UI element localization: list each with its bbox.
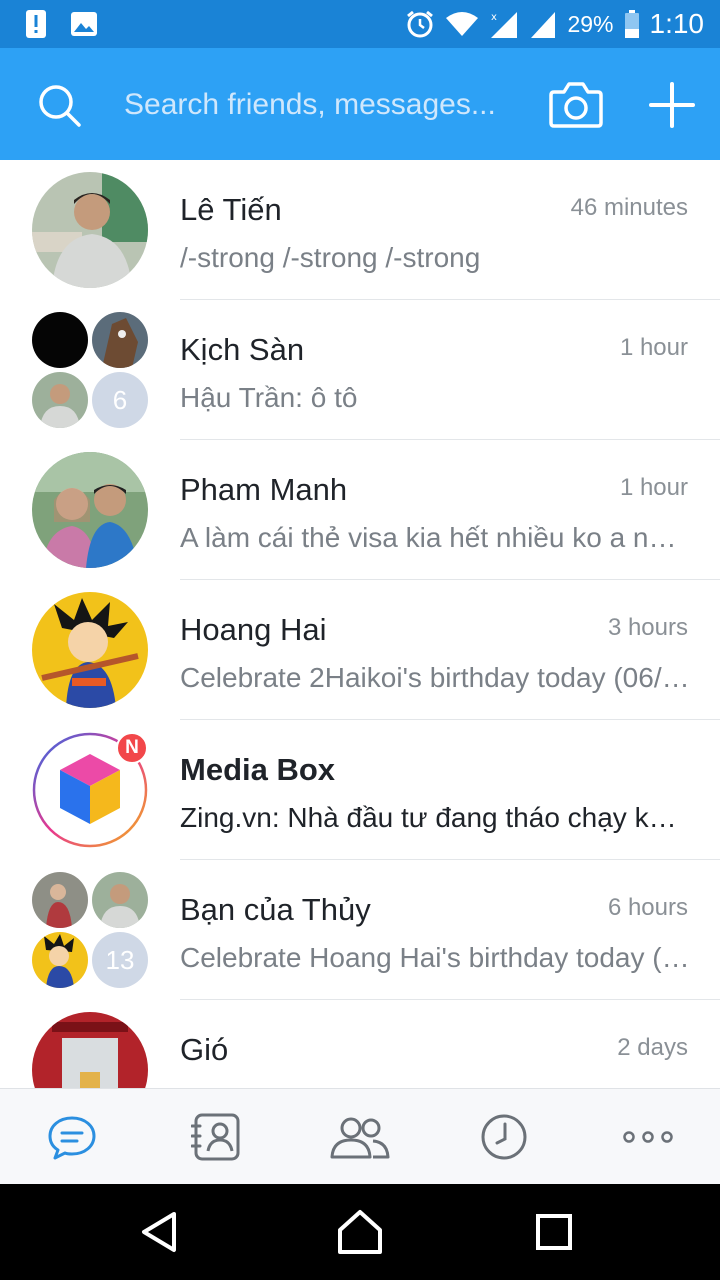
conversation-item[interactable]: Gió 2 days (0, 1000, 720, 1088)
conversation-time: 6 hours (607, 894, 688, 921)
signal-icon (531, 12, 556, 38)
conversation-item[interactable]: Lê Tiến 46 minutes /-strong /-strong /-s… (0, 160, 720, 300)
more-icon (623, 1131, 673, 1143)
avatar (32, 452, 148, 568)
avatar (32, 592, 148, 708)
home-icon[interactable] (336, 1208, 384, 1256)
conversation-name: Kịch Sàn (180, 332, 305, 367)
conversation-preview: Celebrate Hoang Hai's birthday today (… (180, 942, 690, 973)
conversation-time: 2 days (617, 1034, 688, 1061)
conversation-item[interactable]: 6 Kịch Sàn 1 hour Hậu Trần: ô tô (0, 300, 720, 440)
image-icon (71, 12, 97, 36)
conversation-time: 3 hours (607, 614, 688, 641)
conversation-preview: Hậu Trần: ô tô (180, 382, 358, 413)
alert-icon (26, 10, 46, 38)
avatar (92, 872, 148, 928)
avatar (32, 932, 88, 988)
conversation-preview: Zing.vn: Nhà đầu tư đang tháo chạy kh… (180, 802, 690, 833)
conversation-preview: /-strong /-strong /-strong (180, 242, 481, 273)
tab-timeline[interactable] (432, 1089, 576, 1185)
group-avatar: 13 (32, 872, 148, 988)
chat-bubble-icon (48, 1116, 96, 1160)
conversation-name: Lê Tiến (180, 192, 282, 227)
signal-icon: x (491, 12, 518, 38)
bottom-nav (0, 1088, 720, 1184)
conversation-preview: Celebrate 2Haikoi's birthday today (06/… (180, 662, 690, 693)
battery-percent: 29% (567, 10, 614, 37)
tab-messages[interactable] (0, 1089, 144, 1185)
wifi-icon (446, 12, 479, 36)
avatar (32, 312, 88, 368)
tab-groups[interactable] (288, 1089, 432, 1185)
member-count-badge: 13 (92, 932, 148, 988)
conversation-name: Hoang Hai (180, 612, 327, 647)
search-icon[interactable] (36, 82, 84, 130)
conversation-name: Media Box (180, 752, 336, 787)
app-header (0, 48, 720, 160)
conversation-item[interactable]: Hoang Hai 3 hours Celebrate 2Haikoi's bi… (0, 580, 720, 720)
status-bar: x 29% 1:10 (0, 0, 720, 48)
conversation-item[interactable]: N Media Box Zing.vn: Nhà đầu tư đang thá… (0, 720, 720, 860)
system-nav-bar (0, 1184, 720, 1280)
group-icon (330, 1117, 390, 1159)
conversation-time: 1 hour (619, 334, 688, 361)
plus-icon[interactable] (648, 81, 696, 129)
conversation-item[interactable]: Pham Manh 1 hour A làm cái thẻ visa kia … (0, 440, 720, 580)
clock-time: 1:10 (649, 8, 705, 39)
conversation-list[interactable]: Lê Tiến 46 minutes /-strong /-strong /-s… (0, 160, 720, 1088)
tab-more[interactable] (576, 1089, 720, 1185)
conversation-item[interactable]: 13 Bạn của Thủy 6 hours Celebrate Hoang … (0, 860, 720, 1000)
member-count-badge: 6 (92, 372, 148, 428)
conversation-time: 46 minutes (570, 194, 688, 221)
avatar (32, 872, 88, 928)
conversation-name: Pham Manh (180, 472, 348, 507)
tab-contacts[interactable] (144, 1089, 288, 1185)
avatar (32, 172, 148, 288)
avatar (32, 372, 88, 428)
back-icon[interactable] (136, 1208, 184, 1256)
recents-icon[interactable] (530, 1208, 578, 1256)
svg-text:x: x (491, 12, 497, 23)
avatar (92, 312, 148, 368)
conversation-time: 1 hour (619, 474, 688, 501)
avatar (32, 1012, 148, 1088)
new-badge: N (116, 732, 148, 764)
battery-icon (624, 10, 639, 38)
conversation-name: Bạn của Thủy (180, 892, 371, 927)
group-avatar: 6 (32, 312, 148, 428)
search-input[interactable] (124, 78, 524, 132)
conversation-preview: A làm cái thẻ visa kia hết nhiều ko a nh… (180, 522, 690, 553)
alarm-icon (407, 10, 434, 38)
conversation-name: Gió (180, 1032, 229, 1067)
camera-icon[interactable] (548, 78, 604, 130)
clock-icon (481, 1114, 527, 1160)
contacts-icon (191, 1113, 240, 1161)
